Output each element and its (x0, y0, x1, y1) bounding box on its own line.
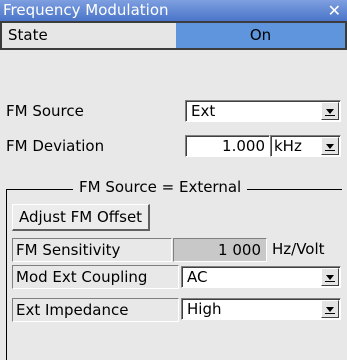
impedance-value: High (187, 300, 222, 318)
state-row: State On (0, 21, 347, 50)
close-icon[interactable]: ✕ (328, 0, 341, 21)
coupling-label: Mod Ext Coupling (16, 268, 148, 286)
fm-source-label: FM Source (6, 102, 84, 120)
window-title: Frequency Modulation (3, 1, 169, 19)
fm-deviation-row: FM Deviation 1.000 kHz (0, 135, 347, 159)
fm-sensitivity-label-frame: FM Sensitivity (12, 238, 172, 262)
fm-deviation-label: FM Deviation (6, 137, 105, 155)
fm-sensitivity-unit: Hz/Volt (272, 240, 325, 258)
fm-deviation-unit: kHz (274, 137, 302, 155)
impedance-select[interactable]: High (181, 298, 341, 320)
fm-source-value: Ext (191, 102, 216, 120)
fm-sensitivity-label: FM Sensitivity (16, 241, 121, 259)
state-toggle-button[interactable]: On (176, 23, 345, 48)
fm-source-select[interactable]: Ext (185, 100, 341, 122)
chevron-down-icon[interactable] (321, 137, 339, 155)
impedance-label: Ext Impedance (16, 301, 129, 319)
fm-source-row: FM Source Ext (0, 100, 347, 124)
coupling-label-frame: Mod Ext Coupling (12, 265, 179, 289)
chevron-down-icon[interactable] (321, 300, 339, 318)
state-label: State (8, 26, 48, 44)
adjust-fm-offset-button[interactable]: Adjust FM Offset (12, 204, 151, 231)
fm-deviation-input[interactable]: 1.000 (185, 135, 270, 157)
coupling-select[interactable]: AC (181, 266, 341, 288)
fm-sensitivity-value: 1 000 (218, 241, 261, 259)
fm-deviation-value: 1.000 (222, 137, 265, 155)
external-group-legend: FM Source = External (73, 178, 248, 196)
window-title-bar: Frequency Modulation ✕ (0, 0, 347, 21)
chevron-down-icon[interactable] (321, 102, 339, 120)
fm-sensitivity-field: 1 000 (173, 238, 267, 262)
fm-deviation-unit-select[interactable]: kHz (270, 135, 341, 157)
coupling-value: AC (187, 268, 208, 286)
chevron-down-icon[interactable] (321, 268, 339, 286)
impedance-label-frame: Ext Impedance (12, 298, 179, 322)
